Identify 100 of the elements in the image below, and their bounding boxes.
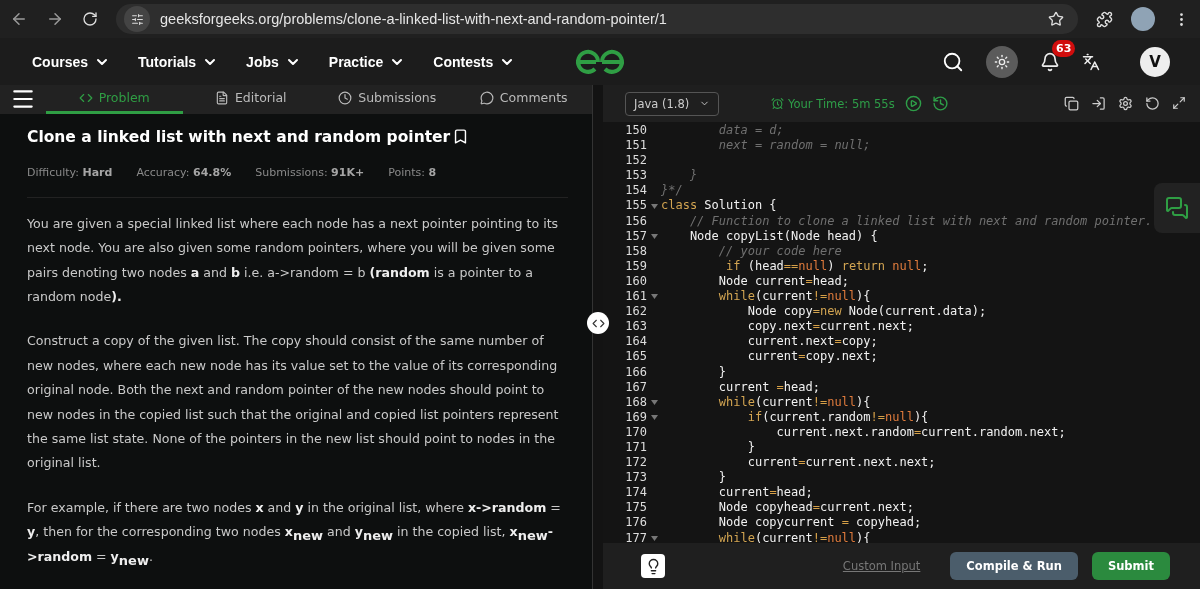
nav-menu-item[interactable]: Courses [32,53,111,70]
problem-tab[interactable]: Comments [455,85,592,114]
theme-toggle[interactable] [986,45,1018,78]
code-line: current=current.next.next; [746,455,936,471]
code-line: } [688,168,698,184]
nav-menu-item[interactable]: Tutorials [138,53,219,70]
site-settings-icon[interactable] [124,6,150,32]
code-line: }*/ [660,183,683,199]
code-line: while(current!=null){ [717,394,871,410]
code-line: // your code here [717,243,842,259]
line-number: 166 [624,364,648,380]
line-number: 151 [624,138,648,154]
code-line: Node copycurrent = copyhead; [717,515,922,531]
code-line: while(current!=null){ [717,289,871,305]
code-line: current.next=copy; [746,334,878,350]
timer: Your Time: 5m 55s [771,96,895,111]
problem-tab[interactable]: Editorial [182,85,319,114]
code-line: } [717,470,727,486]
code-line: current.next.random=current.random.next; [775,424,1066,440]
fold-icon[interactable] [650,399,658,405]
submit-button[interactable]: Submit [1091,552,1170,580]
line-number: 172 [624,455,648,471]
line-number: 169 [624,409,648,425]
line-number: 173 [624,470,648,486]
fullscreen-icon[interactable] [1172,96,1186,111]
line-number: 177 [624,530,648,543]
line-number: 174 [624,485,648,501]
problem-stat: Submissions: 91K+ [255,165,365,179]
description-paragraph: You are given a special linked list where each node has a next pointer pointing to its next node. You are also given some random pointers, where you will be given some pairs denoting two nodes a and b i.e. a->random = b (random is a pointer to a random node). [27,214,560,306]
line-number: 154 [624,183,648,199]
history-icon[interactable] [931,95,949,112]
code-line: current=copy.next; [746,349,878,365]
play-icon[interactable] [904,95,922,112]
line-number: 161 [624,289,648,305]
description-paragraph: Construct a copy of the given list. The copy should consist of the same number of new nodes, where each new node has its value set to the value of its corresponding original node. Both the next and random pointer of the new nodes should point to new nodes in the copied list such that the original and copied list pointers represent the same list state. None of the pointers in the new list should point to nodes in the original list. [27,332,560,473]
code-line: if(current.random!=null){ [746,409,929,425]
language-dropdown[interactable]: Java (1.8) [625,91,719,116]
translate-icon[interactable] [1082,52,1100,71]
custom-input-link[interactable]: Custom Input [842,559,921,573]
line-number: 150 [624,123,648,139]
code-line: data = d; [717,123,784,139]
problem-tab[interactable]: Problem [46,85,183,114]
code-line: copy.next=current.next; [746,319,914,335]
line-number: 158 [624,243,648,259]
url-text: geeksforgeeks.org/problems/clone-a-linked-list-with-next-and-random-pointer/1 [160,11,668,27]
address-bar[interactable]: geeksforgeeks.org/problems/clone-a-linked-list-with-next-and-random-pointer/1 [116,4,1078,34]
line-number: 171 [624,439,648,456]
compile-run-button[interactable]: Compile & Run [950,552,1078,580]
line-number: 164 [624,334,648,350]
line-number: 153 [624,168,648,184]
chat-bubble-icon [479,90,494,105]
nav-menu-item[interactable]: Jobs [246,53,301,70]
problem-stat: Points: 8 [388,165,437,179]
nav-menu-item[interactable]: Contests [433,53,516,70]
code-line: } [717,364,727,380]
fold-icon[interactable] [650,233,658,239]
fold-icon[interactable] [650,535,658,541]
line-number: 162 [624,304,648,320]
search-icon[interactable] [942,50,964,73]
fold-icon[interactable] [650,203,658,209]
line-number: 175 [624,500,648,516]
forward-icon[interactable] [46,10,64,28]
problem-title: Clone a linked list with next and random pointer [27,127,451,146]
star-icon[interactable] [1048,11,1064,27]
notification-icon[interactable] [1040,51,1060,72]
line-number: 155 [624,198,648,214]
nav-menu-item[interactable]: Practice [328,53,406,70]
line-number: 163 [624,319,648,335]
sun-icon [994,53,1010,70]
problem-tab[interactable]: Submissions [319,85,456,114]
fold-icon[interactable] [650,294,658,300]
line-number: 176 [624,515,648,531]
alarm-clock-icon [771,97,784,110]
code-line: if (head==null) return null; [725,258,929,274]
reload-icon[interactable] [82,11,98,27]
code-line: Node copyList(Node head) { [688,228,878,244]
user-avatar[interactable]: V [1140,46,1170,77]
code-line: Node copy=new Node(current.data); [746,304,987,320]
code-line: Node current=head; [717,273,849,290]
line-number: 156 [624,213,648,229]
copy-icon[interactable] [1064,96,1079,111]
extensions-icon[interactable] [1096,10,1113,28]
hint-icon[interactable] [641,554,665,578]
back-icon[interactable] [10,10,28,28]
chat-icon[interactable] [1154,183,1200,233]
settings-icon[interactable] [1118,96,1133,111]
line-number: 159 [624,258,648,274]
fold-icon[interactable] [650,414,658,420]
code-line: current=head; [717,485,813,501]
clock-icon [338,90,353,105]
code-line: while(current!=null){ [717,530,871,543]
line-number: 170 [624,424,648,440]
import-icon[interactable] [1091,96,1106,111]
code-line: next = random = null; [717,138,871,154]
reset-icon[interactable] [1145,96,1160,111]
line-number: 167 [624,379,648,395]
profile-avatar[interactable] [1131,7,1155,31]
code-line: current =head; [717,379,820,395]
line-number: 152 [624,153,648,169]
code-line: } [746,439,755,456]
